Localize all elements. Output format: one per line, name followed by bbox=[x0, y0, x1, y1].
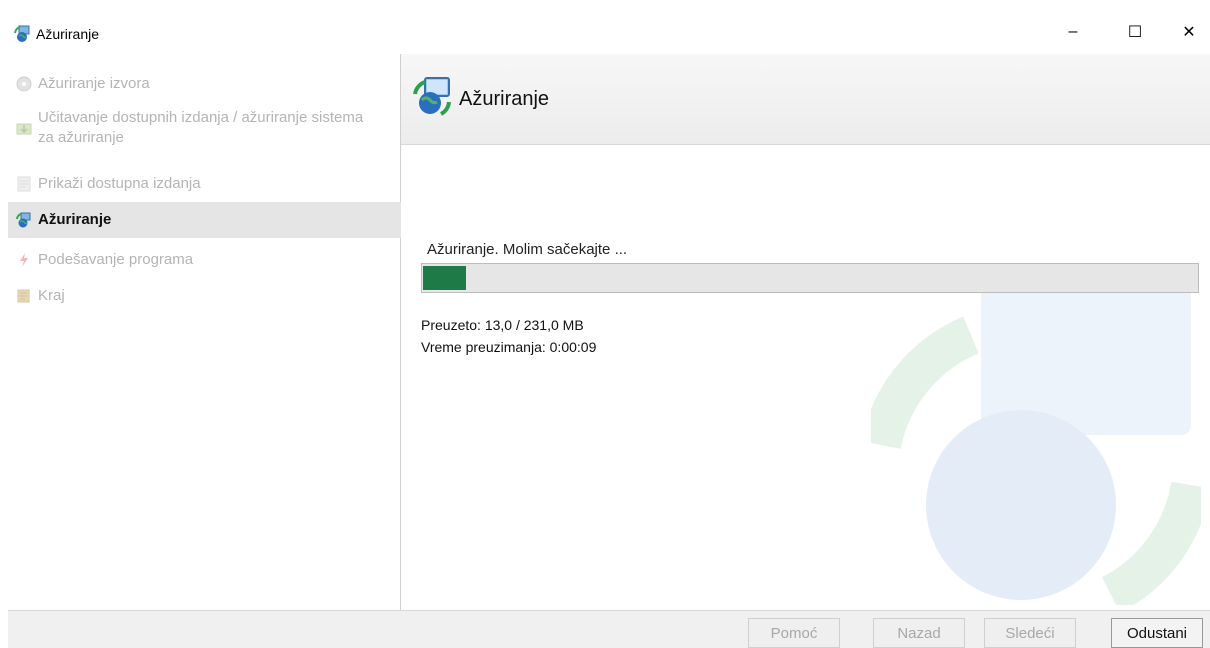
wizard-footer: Pomoć Nazad Sledeći Odustani bbox=[8, 610, 1210, 648]
progress-fill bbox=[423, 266, 466, 290]
next-button[interactable]: Sledeći bbox=[984, 618, 1076, 648]
page-header: Ažuriranje bbox=[401, 54, 1210, 145]
wizard-steps-sidebar: Ažuriranje izvora Učitavanje dostupnih i… bbox=[8, 54, 406, 610]
title-bar: Ažuriranje – ☐ ✕ bbox=[0, 0, 1210, 54]
sidebar-item-label: Kraj bbox=[38, 287, 65, 304]
back-button[interactable]: Nazad bbox=[873, 618, 965, 648]
update-globe-icon bbox=[14, 25, 30, 42]
sidebar-item-podesavanje: Podešavanje programa bbox=[16, 250, 398, 270]
document-icon bbox=[17, 176, 31, 192]
minimize-button[interactable]: – bbox=[1050, 14, 1096, 50]
sidebar-item-azuriranje-izvora: Ažuriranje izvora bbox=[16, 74, 398, 94]
main-content: Ažuriranje. Molim sačekajte ... Preuzeto… bbox=[401, 145, 1210, 610]
close-icon: ✕ bbox=[1182, 24, 1196, 41]
download-progress-bar bbox=[421, 263, 1199, 293]
sidebar-item-label: Podešavanje programa bbox=[38, 251, 194, 268]
minimize-icon: – bbox=[1068, 23, 1078, 40]
update-globe-icon bbox=[16, 212, 31, 228]
update-globe-icon bbox=[413, 77, 451, 116]
sidebar-item-label: Ažuriranje izvora bbox=[38, 75, 150, 92]
sidebar-item-label: Učitavanje dostupnih izdanja / ažuriranj… bbox=[38, 109, 364, 146]
lightning-icon bbox=[20, 253, 28, 267]
sidebar-item-label: Prikaži dostupna izdanja bbox=[38, 175, 201, 192]
close-button[interactable]: ✕ bbox=[1166, 14, 1210, 50]
help-button[interactable]: Pomoć bbox=[748, 618, 840, 648]
maximize-icon: ☐ bbox=[1127, 24, 1143, 41]
sidebar-item-ucitavanje: Učitavanje dostupnih izdanja / ažuriranj… bbox=[16, 108, 398, 148]
sidebar-item-prikazi-izdanja: Prikaži dostupna izdanja bbox=[16, 174, 398, 194]
sidebar-item-azuriranje: Ažuriranje bbox=[8, 202, 406, 238]
download-package-icon bbox=[16, 123, 32, 135]
maximize-button[interactable]: ☐ bbox=[1112, 14, 1158, 50]
sidebar-item-kraj: Kraj bbox=[16, 286, 398, 306]
cancel-button[interactable]: Odustani bbox=[1111, 618, 1203, 648]
update-globe-watermark-icon bbox=[871, 265, 1201, 605]
status-message: Ažuriranje. Molim sačekajte ... bbox=[427, 241, 628, 258]
sidebar-item-label: Ažuriranje bbox=[38, 211, 112, 228]
window-title: Ažuriranje bbox=[36, 26, 100, 42]
download-time-text: Vreme preuzimanja: 0:00:09 bbox=[421, 339, 597, 355]
page-title: Ažuriranje bbox=[459, 88, 550, 110]
disc-icon bbox=[16, 76, 32, 92]
finish-flag-icon bbox=[17, 289, 30, 303]
downloaded-size-text: Preuzeto: 13,0 / 231,0 MB bbox=[421, 317, 584, 333]
